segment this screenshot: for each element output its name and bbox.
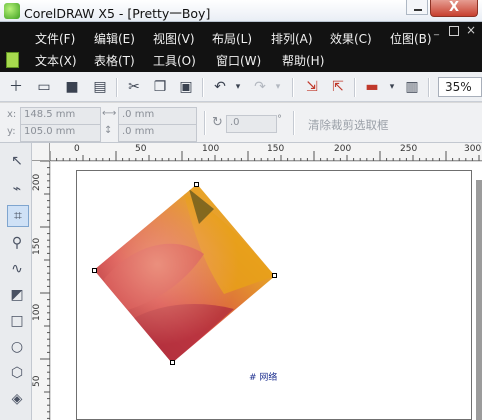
menu-tools[interactable]: 工具(O) <box>153 52 196 69</box>
document-minimize-button[interactable]: _ <box>434 26 444 36</box>
export-icon[interactable]: ⇱ <box>330 79 346 95</box>
rectangle-tool-icon[interactable]: □ <box>7 311 27 331</box>
zoom-tool-icon[interactable]: ⚲ <box>7 233 27 253</box>
y-position-label: y: <box>7 126 16 137</box>
crop-handle-bottom[interactable] <box>170 360 175 365</box>
smart-fill-tool-icon[interactable]: ◩ <box>7 285 27 305</box>
menu-file[interactable]: 文件(F) <box>35 30 75 47</box>
freehand-tool-icon[interactable]: ∿ <box>7 259 27 279</box>
menu-view[interactable]: 视图(V) <box>153 30 195 47</box>
x-position-field[interactable]: 148.5 mm <box>20 107 101 125</box>
new-icon[interactable]: ＋ <box>8 79 24 95</box>
ellipse-tool-icon[interactable]: ○ <box>7 337 27 357</box>
page-shadow <box>476 180 482 420</box>
cropped-flower-image[interactable] <box>92 182 277 365</box>
ruler-label-v200: 200 <box>32 173 42 191</box>
width-icon: ⟷ <box>102 108 117 119</box>
menu-effects[interactable]: 效果(C) <box>330 30 372 47</box>
polygon-tool-icon[interactable]: ⬡ <box>7 363 27 383</box>
crop-handle-top[interactable] <box>194 182 199 187</box>
document-close-button[interactable]: × <box>466 24 476 36</box>
vertical-ruler: 200 150 100 50 <box>32 161 50 420</box>
property-bar: x: 148.5 mm y: 105.0 mm ⟷ .0 mm ↕ .0 mm … <box>0 103 482 143</box>
ruler-label-200: 200 <box>334 144 352 154</box>
x-position-label: x: <box>7 109 17 120</box>
y-position-field[interactable]: 105.0 mm <box>20 124 101 142</box>
ruler-origin-corner[interactable] <box>32 143 50 161</box>
redo-icon[interactable]: ↷ <box>252 79 268 95</box>
redo-dropdown-icon[interactable]: ▾ <box>270 79 286 95</box>
coreldraw-app-icon <box>4 3 20 19</box>
clear-crop-marquee-button[interactable]: 清除裁剪选取框 <box>308 117 389 133</box>
menu-table[interactable]: 表格(T) <box>94 52 135 69</box>
menu-edit[interactable]: 编辑(E) <box>94 30 135 47</box>
ruler-label-250: 250 <box>400 144 418 154</box>
welcome-icon[interactable]: ▥ <box>404 79 420 95</box>
ruler-label-v100: 100 <box>32 303 42 321</box>
paste-icon[interactable]: ▣ <box>178 79 194 95</box>
basic-shapes-tool-icon[interactable]: ◈ <box>7 389 27 409</box>
window-title: CorelDRAW X5 - [Pretty一Boy] <box>24 6 211 21</box>
menu-layout[interactable]: 布局(L) <box>212 30 252 47</box>
menu-bitmaps[interactable]: 位图(B) <box>390 30 432 47</box>
height-icon: ↕ <box>104 125 113 136</box>
pick-tool-icon[interactable]: ↖ <box>7 151 27 171</box>
degree-unit-label: ° <box>277 114 282 125</box>
document-restore-button[interactable] <box>449 26 459 36</box>
title-bar: CorelDRAW X5 - [Pretty一Boy] X <box>0 0 482 22</box>
horizontal-ruler: 0 50 100 150 200 250 300 <box>32 143 482 161</box>
ruler-label-0: 0 <box>74 144 80 154</box>
import-icon[interactable]: ⇲ <box>304 79 320 95</box>
print-icon[interactable]: ▤ <box>92 79 108 95</box>
crop-tool-icon[interactable]: ⌗ <box>7 205 29 227</box>
crop-handle-right[interactable] <box>272 273 277 278</box>
launcher-dropdown-icon[interactable]: ▾ <box>384 79 400 95</box>
menu-arrange[interactable]: 排列(A) <box>271 30 313 47</box>
ruler-label-100: 100 <box>202 144 220 154</box>
menu-window[interactable]: 窗口(W) <box>216 52 261 69</box>
minimize-window-button[interactable] <box>406 0 428 15</box>
save-icon[interactable]: ■ <box>64 79 80 95</box>
menu-text[interactable]: 文本(X) <box>35 52 77 69</box>
toolbox: ↖ ⌁ ⌗ ⚲ ∿ ◩ □ ○ ⬡ ◈ <box>0 143 32 420</box>
watermark-net-label: # 网络 <box>249 373 278 383</box>
menu-bar: 文件(F) 编辑(E) 视图(V) 布局(L) 排列(A) 效果(C) 位图(B… <box>0 22 482 72</box>
ruler-label-v50: 50 <box>32 375 42 387</box>
ruler-label-150: 150 <box>267 144 285 154</box>
rotation-icon: ↻ <box>212 115 223 130</box>
width-field[interactable]: .0 mm <box>118 107 197 125</box>
document-icon <box>6 52 19 68</box>
undo-icon[interactable]: ↶ <box>212 79 228 95</box>
copy-icon[interactable]: ❐ <box>152 79 168 95</box>
ruler-label-300: 300 <box>464 144 482 154</box>
height-field[interactable]: .0 mm <box>118 124 197 142</box>
close-window-button[interactable]: X <box>430 0 478 17</box>
shape-tool-icon[interactable]: ⌁ <box>7 179 27 199</box>
rotation-angle-field[interactable]: .0 <box>226 115 277 133</box>
launcher-icon[interactable]: ▬ <box>364 79 380 95</box>
crop-handle-left[interactable] <box>92 268 97 273</box>
standard-toolbar: ＋ ▭ ■ ▤ ✂ ❐ ▣ ↶ ▾ ↷ ▾ ⇲ ⇱ ▬ ▾ ▥ 35% <box>0 72 482 102</box>
undo-dropdown-icon[interactable]: ▾ <box>230 79 246 95</box>
zoom-level-field[interactable]: 35% <box>438 77 482 97</box>
open-icon[interactable]: ▭ <box>36 79 52 95</box>
ruler-label-50: 50 <box>135 144 147 154</box>
menu-help[interactable]: 帮助(H) <box>282 52 324 69</box>
ruler-label-v150: 150 <box>32 237 42 255</box>
cut-icon[interactable]: ✂ <box>126 79 142 95</box>
